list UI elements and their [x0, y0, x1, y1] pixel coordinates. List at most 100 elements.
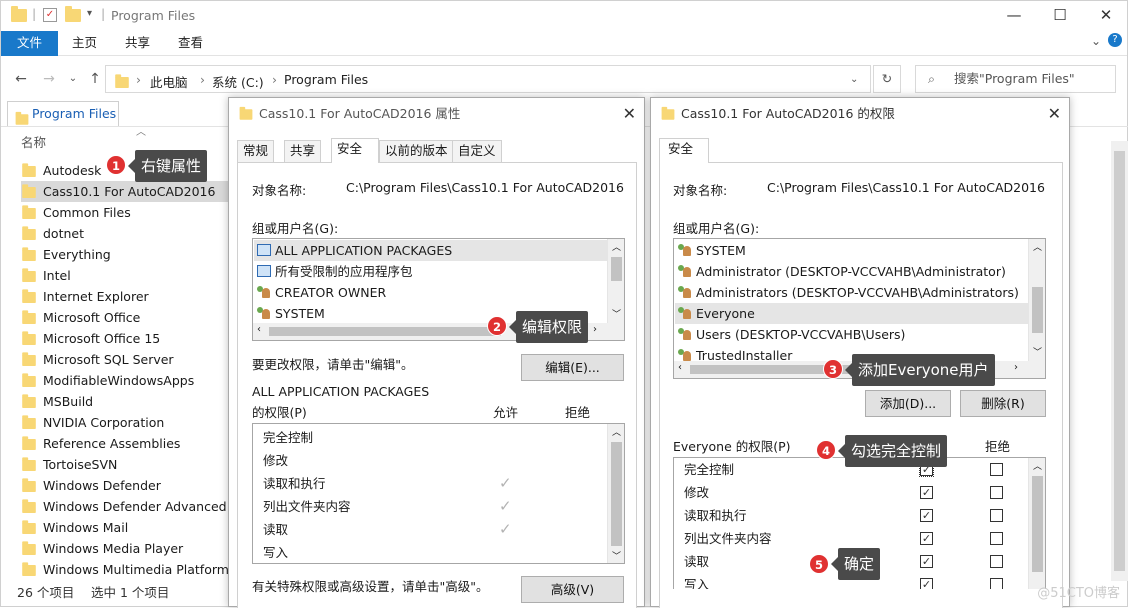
folder-icon: [22, 268, 36, 283]
list-item[interactable]: Internet Explorer: [21, 286, 235, 307]
up-icon[interactable]: ↑: [85, 69, 105, 89]
tab-share[interactable]: 共享: [113, 31, 162, 56]
edit-button[interactable]: 编辑(E)...: [521, 354, 624, 381]
list-item[interactable]: Everything: [21, 244, 235, 265]
deny-checkbox[interactable]: [990, 509, 1003, 522]
list-item[interactable]: dotnet: [21, 223, 235, 244]
list-item[interactable]: Cass10.1 For AutoCAD2016: [21, 181, 235, 202]
tab-general[interactable]: 常规: [237, 140, 275, 162]
breadcrumb-this-pc[interactable]: 此电脑: [150, 72, 188, 91]
list-item[interactable]: Administrator (DESKTOP-VCCVAHB\Administr…: [678, 261, 1006, 282]
list-item[interactable]: TortoiseSVN: [21, 454, 235, 475]
list-item[interactable]: Everyone: [675, 303, 1028, 324]
allow-checkbox[interactable]: ✓: [920, 532, 933, 545]
scrollbar-thumb[interactable]: [611, 257, 622, 281]
breadcrumb-drive-c[interactable]: 系统 (C:): [212, 72, 264, 91]
list-item[interactable]: Reference Assemblies: [21, 433, 235, 454]
remove-button[interactable]: 删除(R): [960, 390, 1046, 417]
list-item[interactable]: Users (DESKTOP-VCCVAHB\Users): [678, 324, 905, 345]
permissions-vertical-scrollbar[interactable]: ︿ ﹀: [607, 424, 624, 563]
close-icon[interactable]: ✕: [623, 98, 636, 130]
tree-tab-program-files[interactable]: Program Files: [7, 101, 119, 127]
tab-security[interactable]: 安全: [331, 138, 379, 163]
column-header-name[interactable]: 名称: [21, 132, 46, 151]
scroll-right-icon[interactable]: ›: [593, 324, 597, 335]
scroll-down-icon[interactable]: ﹀: [1033, 345, 1042, 358]
scroll-down-icon[interactable]: ﹀: [612, 307, 621, 320]
list-item[interactable]: Microsoft Office: [21, 307, 235, 328]
listbox-vertical-scrollbar[interactable]: ︿ ﹀: [1028, 239, 1045, 361]
list-item[interactable]: Windows Defender: [21, 475, 235, 496]
allow-checkbox[interactable]: ✓: [920, 509, 933, 522]
list-item[interactable]: Microsoft SQL Server: [21, 349, 235, 370]
list-item[interactable]: Microsoft Office 15: [21, 328, 235, 349]
properties-check-icon[interactable]: ✓: [43, 8, 57, 22]
scroll-up-icon[interactable]: ︿: [1033, 240, 1042, 253]
list-item[interactable]: Intel: [21, 265, 235, 286]
deny-checkbox[interactable]: [990, 578, 1003, 589]
list-item[interactable]: ALL APPLICATION PACKAGES: [254, 240, 607, 261]
scroll-up-icon[interactable]: ︿: [1033, 459, 1042, 472]
scroll-down-icon[interactable]: ﹀: [612, 549, 621, 562]
breadcrumb-program-files[interactable]: Program Files: [284, 72, 368, 87]
list-item[interactable]: ModifiableWindowsApps: [21, 370, 235, 391]
main-scrollbar[interactable]: [1111, 141, 1128, 581]
scrollbar-thumb[interactable]: [1032, 287, 1043, 333]
tab-security[interactable]: 安全: [659, 138, 709, 163]
search-input[interactable]: ⌕ 搜索"Program Files": [915, 65, 1116, 93]
tab-home[interactable]: 主页: [60, 31, 109, 56]
scrollbar-thumb[interactable]: [1032, 476, 1043, 572]
scroll-right-icon[interactable]: ›: [1014, 362, 1018, 373]
list-item[interactable]: Common Files: [21, 202, 235, 223]
close-icon[interactable]: ✕: [1048, 98, 1061, 130]
minimize-button[interactable]: —: [991, 1, 1037, 31]
back-icon[interactable]: ←: [11, 69, 31, 89]
list-item[interactable]: Windows Defender Advanced Th: [21, 496, 235, 517]
item-name: Windows Defender Advanced Th: [43, 499, 235, 514]
tab-file[interactable]: 文件: [1, 31, 58, 56]
close-button[interactable]: ✕: [1083, 1, 1128, 31]
list-item[interactable]: Windows Multimedia Platform: [21, 559, 235, 580]
address-bar[interactable]: › 此电脑 › 系统 (C:) › Program Files ⌄: [105, 65, 871, 93]
scroll-up-icon[interactable]: ︿: [612, 425, 621, 438]
forward-icon[interactable]: →: [39, 69, 59, 89]
list-item[interactable]: CREATOR OWNER: [257, 282, 386, 303]
refresh-icon[interactable]: ↻: [873, 65, 901, 93]
list-item[interactable]: Administrators (DESKTOP-VCCVAHB\Administ…: [678, 282, 1019, 303]
list-item[interactable]: Windows Mail: [21, 517, 235, 538]
list-item[interactable]: MSBuild: [21, 391, 235, 412]
scrollbar-thumb[interactable]: [269, 327, 501, 336]
address-dropdown-icon[interactable]: ⌄: [850, 74, 858, 85]
scroll-left-icon[interactable]: ‹: [257, 324, 261, 335]
quick-access-dropdown-icon[interactable]: ▾: [87, 8, 92, 19]
list-item[interactable]: SYSTEM: [257, 303, 325, 324]
list-item[interactable]: SYSTEM: [678, 240, 746, 261]
scrollbar-thumb[interactable]: [611, 442, 622, 546]
permissions-vertical-scrollbar[interactable]: ︿: [1028, 458, 1045, 589]
tab-sharing[interactable]: 共享: [284, 140, 322, 162]
list-item[interactable]: NVIDIA Corporation: [21, 412, 235, 433]
deny-checkbox[interactable]: [990, 463, 1003, 476]
advanced-button[interactable]: 高级(V): [521, 576, 624, 603]
allow-checkbox[interactable]: ✓: [920, 555, 933, 568]
allow-checkbox[interactable]: ✓: [920, 578, 933, 589]
list-item[interactable]: 所有受限制的应用程序包: [257, 261, 413, 282]
maximize-button[interactable]: ☐: [1037, 1, 1083, 31]
scroll-left-icon[interactable]: ‹: [678, 362, 682, 373]
allow-checkbox[interactable]: ✓: [920, 486, 933, 499]
scrollbar-thumb[interactable]: [1114, 151, 1125, 571]
deny-checkbox[interactable]: [990, 555, 1003, 568]
tab-customize[interactable]: 自定义: [452, 140, 502, 162]
recent-dropdown-icon[interactable]: ⌄: [63, 69, 83, 89]
list-item[interactable]: Windows Media Player: [21, 538, 235, 559]
scroll-up-icon[interactable]: ︿: [612, 240, 621, 253]
deny-checkbox[interactable]: [990, 486, 1003, 499]
tab-view[interactable]: 查看: [166, 31, 215, 56]
deny-checkbox[interactable]: [990, 532, 1003, 545]
add-button[interactable]: 添加(D)...: [865, 390, 951, 417]
listbox-vertical-scrollbar[interactable]: ︿ ﹀: [607, 239, 624, 323]
help-icon[interactable]: ?: [1108, 33, 1122, 47]
ribbon-expand-icon[interactable]: ⌄: [1091, 34, 1101, 48]
new-folder-icon[interactable]: [65, 6, 81, 22]
tab-previous-versions[interactable]: 以前的版本: [379, 140, 454, 162]
